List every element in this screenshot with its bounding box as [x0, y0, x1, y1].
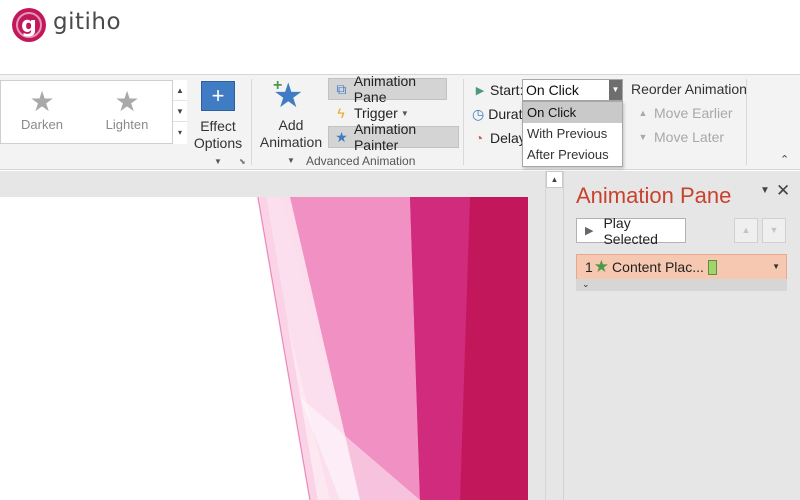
pane-title: Animation Pane — [576, 183, 732, 208]
animations-ribbon: ★ Darken ★ Lighten ▲ ▼ ▾ + Effect Option… — [0, 73, 800, 170]
green-star-icon: ★ — [593, 257, 610, 276]
start-select[interactable]: On Click ▼ — [522, 79, 623, 101]
delay-clock-icon: ◔ — [474, 130, 484, 146]
start-dropdown-list: On Click With Previous After Previous — [522, 101, 623, 167]
effect-label: Lighten — [105, 117, 149, 132]
gallery-scroll-up-icon[interactable]: ▲ — [173, 80, 187, 101]
star-outline-icon: ★ — [114, 86, 140, 117]
expand-row[interactable]: ⌄ — [576, 279, 787, 291]
painter-star-icon: ★ — [335, 128, 348, 145]
lightning-icon: ϟ — [337, 105, 345, 121]
logo-text: gitiho — [53, 9, 122, 35]
slide-background-graphic — [257, 197, 528, 500]
scroll-up-icon[interactable]: ▲ — [546, 171, 563, 188]
animation-painter-button[interactable]: ★ Animation Painter — [328, 121, 459, 153]
expand-icon: ⌄ — [582, 279, 590, 289]
effect-options-icon: + — [201, 81, 235, 111]
arrow-down-icon: ▼ — [638, 132, 648, 142]
header-bar: g gitiho — [0, 0, 800, 74]
play-icon: ▶ — [585, 225, 594, 237]
move-down-button[interactable]: ▼ — [762, 218, 786, 243]
slide-canvas[interactable] — [0, 197, 528, 500]
effect-options-button[interactable]: + Effect Options ▼ — [188, 78, 248, 166]
divider — [463, 79, 464, 165]
dialog-launcher-icon[interactable]: ⬊ — [239, 157, 246, 166]
divider — [746, 79, 747, 165]
move-up-button[interactable]: ▲ — [734, 218, 758, 243]
timing-bar — [707, 259, 717, 275]
vertical-scrollbar[interactable]: ▲ — [545, 171, 563, 500]
effect-darken[interactable]: ★ Darken — [2, 86, 82, 133]
slide-area-top — [0, 171, 545, 197]
effect-label: Darken — [21, 117, 63, 132]
dropdown-option-with-previous[interactable]: With Previous — [523, 123, 622, 144]
close-icon[interactable]: ✕ — [776, 181, 790, 201]
animation-pane: Animation Pane ▼ ✕ ▶ Play Selected ▲ ▼ 1… — [563, 171, 800, 500]
play-icon: ▶ — [475, 84, 485, 97]
group-label-advanced-animation: Advanced Animation — [306, 154, 416, 168]
start-label: ▶ Start: — [475, 82, 524, 98]
add-animation-button[interactable]: ★ + Add Animation ▼ — [256, 77, 326, 165]
chevron-down-icon[interactable]: ▼ — [772, 262, 780, 271]
divider — [251, 79, 252, 165]
move-earlier-button[interactable]: ▲ Move Earlier — [632, 102, 733, 124]
clock-icon: ◷ — [472, 105, 485, 122]
animation-target-label: Content Plac... — [612, 259, 704, 275]
reorder-animation-title: Reorder Animation — [631, 81, 747, 97]
gallery-scroll-down-icon[interactable]: ▼ — [173, 101, 187, 122]
star-outline-icon: ★ — [29, 86, 55, 117]
move-later-button[interactable]: ▼ Move Later — [632, 126, 725, 148]
arrow-up-icon: ▲ — [638, 108, 648, 118]
animation-pane-icon: ⧉ — [336, 80, 347, 97]
gitiho-logo-icon: g — [12, 8, 46, 42]
dropdown-option-after-previous[interactable]: After Previous — [523, 144, 622, 165]
dropdown-option-on-click[interactable]: On Click — [523, 102, 622, 123]
effect-lighten[interactable]: ★ Lighten — [87, 86, 167, 133]
gallery-scroll: ▲ ▼ ▾ — [172, 80, 187, 144]
plus-icon: + — [273, 77, 283, 94]
gallery-more-icon[interactable]: ▾ — [173, 122, 187, 143]
duration-label: ◷ Durati — [472, 105, 522, 123]
delay-label: ◔ Delay — [468, 127, 526, 149]
pane-menu-icon[interactable]: ▼ — [760, 185, 770, 196]
animation-list-item[interactable]: 1 ★ Content Plac... ▼ — [576, 254, 787, 280]
effects-gallery: ★ Darken ★ Lighten — [0, 80, 187, 144]
play-selected-button[interactable]: ▶ Play Selected — [576, 215, 686, 247]
animation-index: 1 — [585, 259, 593, 275]
chevron-down-icon[interactable]: ▼ — [609, 80, 622, 100]
animation-pane-button[interactable]: ⧉ Animation Pane — [328, 73, 447, 105]
collapse-ribbon-icon[interactable]: ⌃ — [780, 153, 789, 166]
